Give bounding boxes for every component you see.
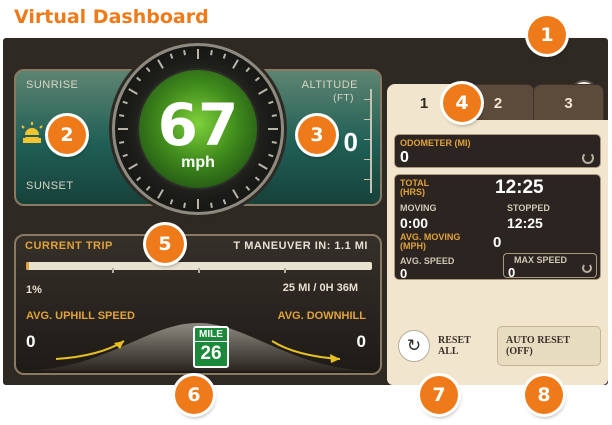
speedometer-tick — [232, 59, 239, 69]
callout-marker-3: 3 — [298, 116, 336, 154]
max-speed-value: 0 — [508, 265, 516, 280]
callout-marker-7: 7 — [420, 376, 458, 414]
total-value: 12:25 — [495, 177, 544, 198]
odometer-reset-icon[interactable] — [582, 152, 594, 164]
avg-uphill-speed-value: 0 — [26, 332, 36, 351]
moving-value: 0:00 — [400, 215, 429, 231]
reset-all-label: RESET ALL — [438, 335, 471, 357]
avg-moving-value: 0 — [493, 234, 502, 251]
stopped-value: 12:25 — [507, 215, 543, 231]
speedometer-tick — [245, 67, 251, 73]
callout-marker-8: 8 — [525, 376, 563, 414]
speedometer-face: 67 mph — [137, 68, 259, 190]
mile-sign-value: 26 — [200, 343, 222, 364]
speedometer-tick — [222, 199, 227, 205]
trip-tabs: 1 2 3 — [387, 84, 604, 122]
speed-unit: mph — [181, 154, 215, 171]
current-trip-title: CURRENT TRIP — [25, 240, 113, 252]
speedometer-tick — [271, 114, 277, 117]
speedometer-tick — [169, 53, 174, 59]
speedometer-tick — [136, 76, 142, 82]
max-speed-box: MAX SPEED 0 — [503, 253, 597, 280]
callout-marker-6: 6 — [175, 376, 213, 414]
reset-all-line1: RESET — [438, 335, 471, 346]
reset-all-button[interactable]: ↻ RESET ALL — [394, 326, 492, 366]
speedometer-tick — [145, 67, 151, 73]
speedometer-tick — [268, 100, 274, 105]
trip-progress-bar — [26, 262, 372, 273]
speedometer-tick — [119, 114, 125, 117]
moving-label: MOVING — [400, 203, 437, 213]
trip-computer-panel: ODOMETER (MI) 0 TOTAL (HRS) 12:25 MOVING… — [387, 120, 608, 385]
avg-downhill-value: 0 — [356, 332, 366, 351]
speedometer-tick — [183, 50, 186, 56]
speedometer-tick — [254, 176, 260, 182]
next-maneuver-text: T MANEUVER IN: 1.1 MI — [233, 240, 368, 252]
mile-marker-sign: MILE 26 — [193, 326, 229, 368]
trip-progress-fill — [26, 262, 30, 270]
auto-reset-line1: AUTO RESET — [506, 335, 571, 346]
altitude-value: 0 — [343, 127, 358, 157]
sun-icon — [21, 122, 43, 143]
current-trip-panel: CURRENT TRIP T MANEUVER IN: 1.1 MI 1% 25… — [14, 234, 382, 375]
avg-uphill-speed-label: AVG. UPHILL SPEED — [26, 310, 136, 322]
avg-moving-unit: (MPH) — [400, 241, 426, 251]
speedometer-tick — [268, 153, 274, 158]
callout-marker-2: 2 — [48, 116, 86, 154]
speedometer-tick — [210, 202, 213, 208]
reset-icon: ↻ — [398, 330, 430, 362]
altitude-unit: (FT) — [333, 93, 354, 104]
stopped-label: STOPPED — [507, 203, 550, 213]
speedometer-tick — [271, 141, 277, 144]
speedometer-gauge: 67 mph — [112, 43, 284, 215]
sunrise-label: SUNRISE — [26, 79, 79, 91]
speedometer-tick — [157, 59, 164, 69]
speedometer-tick — [128, 88, 138, 95]
tab-3[interactable]: 3 — [533, 84, 604, 122]
avg-speed-label: AVG. SPEED — [400, 256, 455, 266]
sunset-label: SUNSET — [26, 180, 74, 192]
speedometer-tick — [254, 76, 260, 82]
max-speed-reset-icon[interactable] — [582, 263, 592, 273]
callout-marker-4: 4 — [443, 84, 481, 122]
speedometer-tick — [258, 88, 268, 95]
speedometer-tick — [232, 189, 239, 199]
auto-reset-button[interactable]: AUTO RESET (OFF) — [497, 326, 601, 366]
odometer-value: 0 — [400, 149, 409, 166]
speedometer-tick — [169, 199, 174, 205]
speedometer-tick — [210, 50, 213, 56]
odometer-label: ODOMETER (MI) — [400, 138, 471, 148]
speedometer-tick — [157, 189, 164, 199]
reset-all-line2: ALL — [438, 346, 459, 357]
speedometer-tick — [183, 202, 186, 208]
trip-timer-card: TOTAL (HRS) 12:25 MOVING 0:00 STOPPED 12… — [394, 174, 601, 281]
avg-speed-value: 0 — [400, 266, 408, 281]
speedometer-tick — [245, 185, 251, 191]
speedometer-tick — [128, 163, 138, 170]
trip-distance-time: 25 MI / 0H 36M — [282, 282, 358, 294]
mile-sign-label: MILE — [195, 328, 227, 342]
altitude-scale — [362, 89, 372, 193]
total-unit-label: (HRS) — [400, 187, 425, 197]
speed-value: 67 — [157, 91, 239, 159]
auto-reset-line2: (OFF) — [506, 346, 533, 357]
speedometer-tick — [145, 185, 151, 191]
speedometer-tick — [222, 53, 227, 59]
trip-progress-percent: 1% — [26, 284, 42, 296]
odometer-card: ODOMETER (MI) 0 — [394, 134, 601, 168]
callout-marker-5: 5 — [146, 225, 184, 263]
speedometer-tick — [136, 176, 142, 182]
max-speed-label: MAX SPEED — [514, 255, 568, 265]
page-title: Virtual Dashboard — [14, 6, 209, 28]
speedometer-tick — [258, 163, 268, 170]
callout-marker-1: 1 — [528, 16, 566, 54]
speedometer-tick — [119, 141, 125, 144]
avg-downhill-label: AVG. DOWNHILL — [277, 310, 366, 322]
speedometer-tick — [122, 153, 128, 158]
altitude-label: ALTITUDE — [301, 79, 358, 91]
speedometer-tick — [122, 100, 128, 105]
